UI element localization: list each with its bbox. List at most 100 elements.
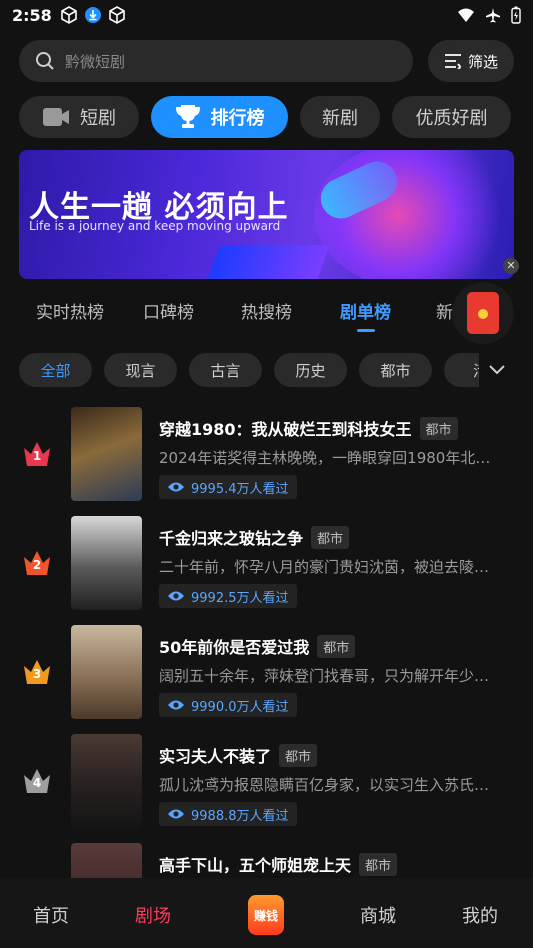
earn-label: 赚钱 [253, 908, 278, 923]
rank-crown: 2 [22, 549, 52, 577]
view-count-badge: 9995.4万人看过 [159, 475, 297, 499]
view-count: 9988.8万人看过 [191, 808, 289, 824]
drama-title-text: 实习夫人不装了 [159, 747, 272, 766]
airplane-icon [486, 8, 500, 23]
drama-description: 阔别五十余年，萍妹登门找春哥，只为解开年少… [159, 667, 490, 685]
tab-label: 短剧 [80, 108, 116, 129]
drama-cover[interactable] [71, 407, 142, 501]
chevron-down-icon[interactable] [482, 355, 512, 385]
drama-description: 2024年诺奖得主林晚晚，一睁眼穿回1980年北京… [159, 449, 504, 467]
tab-ranking[interactable]: 排行榜 [151, 96, 288, 138]
banner-subline: Life is a journey and keep moving upward [29, 219, 281, 233]
view-count: 9995.4万人看过 [191, 481, 289, 497]
tab-label: 新剧 [322, 108, 358, 129]
promo-banner[interactable]: 人生一趟 必须向上 Life is a journey and keep mov… [19, 150, 514, 279]
eye-icon [168, 809, 184, 819]
banner-decoration [198, 245, 330, 279]
drama-description: 孤儿沈鸢为报恩隐瞒百亿身家，以实习生入苏氏… [159, 776, 490, 794]
red-envelope-button[interactable] [452, 282, 514, 344]
drama-title: 穿越1980：我从破烂王到科技女王 都市 [159, 416, 458, 440]
list-item[interactable]: 4 实习夫人不装了 都市 孤儿沈鸢为报恩隐瞒百亿身家，以实习生入苏氏… 9988… [0, 727, 533, 828]
view-count-badge: 9992.5万人看过 [159, 584, 297, 608]
eye-icon [168, 482, 184, 492]
tab-drama-list[interactable]: 剧单榜 [340, 298, 391, 332]
drama-title: 实习夫人不装了 都市 [159, 743, 318, 767]
chip-history[interactable]: 历史 [274, 353, 347, 387]
search-bar[interactable]: 黔微短剧 [19, 40, 413, 82]
nav-earn-button[interactable]: 赚钱 [248, 895, 284, 935]
drama-cover[interactable] [71, 734, 142, 828]
chip-all[interactable]: 全部 [19, 353, 92, 387]
eye-icon [168, 591, 184, 601]
rank-number: 1 [32, 449, 42, 463]
tab-realtime-hot[interactable]: 实时热榜 [36, 298, 104, 323]
rank-crown: 3 [22, 658, 52, 686]
status-time: 2:58 [12, 5, 52, 25]
view-count: 9992.5万人看过 [191, 590, 289, 606]
nav-theater[interactable]: 剧场 [135, 902, 171, 928]
wifi-icon [458, 8, 474, 22]
drama-title: 高手下山，五个师姐宠上天 都市 [159, 852, 398, 876]
genre-tag: 都市 [279, 743, 318, 767]
drama-cover[interactable] [71, 625, 142, 719]
list-item[interactable]: 2 千金归来之玻钻之争 都市 二十年前，怀孕八月的豪门贵妇沈茵，被迫去陵… 99… [0, 509, 533, 610]
tab-hot-search[interactable]: 热搜榜 [241, 298, 292, 323]
tab-reputation[interactable]: 口碑榜 [143, 298, 194, 323]
eye-icon [168, 700, 184, 710]
nav-mall[interactable]: 商城 [360, 902, 396, 928]
rank-crown: 1 [22, 440, 52, 468]
drama-title-text: 千金归来之玻钻之争 [159, 529, 304, 548]
chip-modern-romance[interactable]: 现言 [104, 353, 177, 387]
chip-ancient-romance[interactable]: 古言 [189, 353, 262, 387]
rank-number: 2 [32, 558, 42, 572]
cube-icon [108, 6, 125, 24]
chip-more[interactable]: 活 [444, 353, 479, 387]
drama-title: 千金归来之玻钻之争 都市 [159, 525, 350, 549]
list-item[interactable]: 1 穿越1980：我从破烂王到科技女王 都市 2024年诺奖得主林晚晚，一睁眼穿… [0, 400, 533, 501]
download-icon [84, 7, 101, 23]
close-icon[interactable]: ✕ [503, 258, 519, 274]
genre-tag: 都市 [359, 852, 398, 876]
bottom-nav: 首页 剧场 赚钱 商城 我的 [0, 878, 533, 948]
cube-icon [60, 6, 77, 24]
drama-cover[interactable] [71, 843, 142, 878]
view-count-badge: 9990.0万人看过 [159, 693, 297, 717]
genre-tag: 都市 [317, 634, 356, 658]
tab-label: 排行榜 [210, 108, 265, 129]
drama-title-text: 50年前你是否爱过我 [159, 638, 310, 657]
filter-list-icon [444, 54, 462, 69]
genre-tag: 都市 [419, 416, 458, 440]
battery-icon [511, 6, 521, 24]
status-bar: 2:58 [0, 0, 533, 30]
chip-urban[interactable]: 都市 [359, 353, 432, 387]
search-icon [36, 52, 54, 70]
drama-title-text: 穿越1980：我从破烂王到科技女王 [159, 420, 412, 439]
tab-quality-drama[interactable]: 优质好剧 [392, 96, 511, 138]
filter-label: 筛选 [467, 52, 498, 71]
tab-short-drama[interactable]: 短剧 [19, 96, 139, 138]
filter-button[interactable]: 筛选 [428, 40, 514, 82]
rank-number: 4 [32, 776, 42, 790]
video-camera-icon [43, 108, 69, 126]
tab-label: 优质好剧 [415, 108, 488, 129]
nav-mine[interactable]: 我的 [462, 902, 498, 928]
view-count-badge: 9988.8万人看过 [159, 802, 297, 826]
search-placeholder: 黔微短剧 [65, 52, 126, 71]
red-envelope-icon [467, 292, 499, 334]
tab-new-drama[interactable]: 新剧 [300, 96, 380, 138]
list-item[interactable]: 3 50年前你是否爱过我 都市 阔别五十余年，萍妹登门找春哥，只为解开年少… 9… [0, 618, 533, 719]
drama-title: 50年前你是否爱过我 都市 [159, 634, 356, 658]
rank-number: 3 [32, 667, 42, 681]
list-item[interactable]: 高手下山，五个师姐宠上天 都市 [0, 836, 533, 878]
rank-crown: 4 [22, 767, 52, 795]
genre-tag: 都市 [311, 525, 350, 549]
drama-ranking-list: 1 穿越1980：我从破烂王到科技女王 都市 2024年诺奖得主林晚晚，一睁眼穿… [0, 400, 533, 878]
trophy-icon [175, 105, 200, 128]
drama-description: 二十年前，怀孕八月的豪门贵妇沈茵，被迫去陵… [159, 558, 490, 576]
drama-title-text: 高手下山，五个师姐宠上天 [159, 856, 352, 875]
drama-cover[interactable] [71, 516, 142, 610]
category-tabs: 短剧 排行榜 新剧 优质好剧 [19, 96, 511, 138]
view-count: 9990.0万人看过 [191, 699, 289, 715]
genre-chips: 全部 现言 古言 历史 都市 活 [19, 353, 479, 389]
nav-home[interactable]: 首页 [33, 902, 69, 928]
